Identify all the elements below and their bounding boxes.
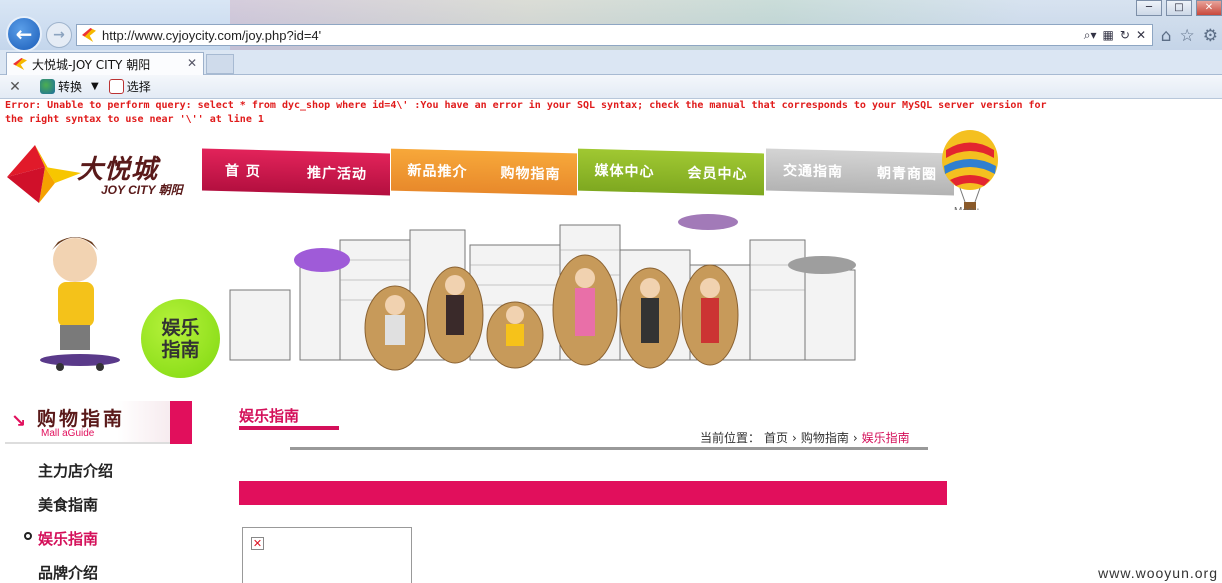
compat-view-icon[interactable]: ▦: [1103, 28, 1114, 43]
sidebar-item-brands[interactable]: 品牌介绍: [38, 562, 98, 583]
arrow-down-right-icon: ↘: [11, 411, 27, 432]
page-title: 娱乐指南: [239, 407, 300, 425]
tab-strip: 大悦城-JOY CITY 朝阳 ✕: [0, 50, 1222, 75]
stop-icon[interactable]: ✕: [1136, 28, 1146, 43]
active-bullet-icon: [24, 532, 32, 540]
tab-favicon-icon: [13, 58, 27, 70]
search-icon[interactable]: ⌕▾: [1084, 28, 1097, 43]
joy-city-logo-icon: [7, 145, 81, 203]
close-toolbar-icon[interactable]: ✕: [0, 79, 30, 95]
breadcrumb-prefix: 当前位置：: [700, 431, 761, 445]
sidebar-heading: ↘ 购物指南 Mall aGuide: [5, 401, 192, 444]
select-label: 选择: [126, 80, 151, 94]
back-arrow-icon: ←: [15, 22, 33, 46]
broken-image: ✕: [242, 527, 412, 583]
minimize-button[interactable]: ─: [1136, 0, 1162, 16]
command-bar: ✕ 转换 ▼ 选择: [0, 75, 1222, 99]
content-header-bar: [239, 481, 947, 505]
title-underline: [239, 426, 339, 430]
chevron-right-icon: ›: [852, 430, 858, 445]
sidebar-title: 购物指南: [37, 408, 126, 430]
nav-shopping-guide[interactable]: 购物指南: [501, 162, 561, 184]
watermark: www.wooyun.org: [1098, 565, 1218, 581]
address-bar[interactable]: http://www.cyjoycity.com/joy.php?id=4' ⌕…: [76, 24, 1153, 46]
broken-image-icon: ✕: [251, 537, 264, 550]
new-tab-button[interactable]: [206, 54, 234, 74]
breadcrumb-current: 娱乐指南: [861, 431, 910, 445]
logo-english-text: JOY CITY 朝阳: [101, 183, 183, 197]
tab-title: 大悦城-JOY CITY 朝阳: [32, 57, 151, 72]
nav-group-1: 首 页 推广活动: [202, 148, 390, 196]
address-url[interactable]: http://www.cyjoycity.com/joy.php?id=4': [102, 28, 1084, 43]
sidebar-item-anchor-stores[interactable]: 主力店介绍: [38, 460, 113, 481]
sql-error-message: Error: Unable to perform query: select *…: [5, 99, 1220, 127]
convert-button[interactable]: 转换 ▼: [40, 78, 99, 95]
breadcrumb-home[interactable]: 首页: [764, 429, 788, 446]
back-button[interactable]: ←: [6, 16, 42, 52]
nav-media-center[interactable]: 媒体中心: [595, 160, 655, 182]
convert-label: 转换: [58, 80, 83, 94]
tab-close-icon[interactable]: ✕: [187, 56, 197, 70]
site-logo[interactable]: 大悦城 JOY CITY 朝阳: [5, 137, 195, 207]
badge-line-1: 娱乐: [161, 316, 200, 339]
chevron-right-icon: ›: [792, 430, 797, 445]
favorites-star-icon[interactable]: ☆: [1180, 26, 1195, 46]
chevron-down-icon[interactable]: ▼: [91, 81, 99, 92]
breadcrumb-section[interactable]: 购物指南: [801, 429, 849, 446]
nav-new-products[interactable]: 新品推介: [408, 160, 468, 182]
nav-business-district[interactable]: 朝青商圈: [877, 162, 937, 184]
forward-arrow-icon: →: [53, 27, 65, 43]
nav-group-4: 交通指南 朝青商圈: [766, 148, 954, 196]
forward-button[interactable]: →: [46, 22, 72, 48]
badge-line-2: 指南: [161, 338, 200, 361]
nav-home[interactable]: 首 页: [225, 160, 261, 181]
close-window-button[interactable]: ✕: [1196, 0, 1222, 16]
site-favicon-icon: [82, 28, 96, 42]
nav-group-2: 新品推介 购物指南: [391, 148, 577, 196]
breadcrumb-divider: [290, 447, 928, 450]
convert-icon: [40, 79, 55, 94]
nav-promotions[interactable]: 推广活动: [307, 162, 367, 184]
entertainment-badge: 娱乐 指南: [141, 299, 220, 378]
nav-group-3: 媒体中心 会员中心: [578, 148, 764, 196]
maximize-button[interactable]: □: [1166, 0, 1192, 16]
breadcrumb: 当前位置： 首页 › 购物指南 › 娱乐指南: [700, 429, 910, 446]
sidebar-item-entertainment[interactable]: 娱乐指南: [38, 528, 98, 549]
sidebar-subtitle: Mall aGuide: [41, 428, 95, 439]
sidebar-item-food-guide[interactable]: 美食指南: [38, 494, 98, 515]
refresh-icon[interactable]: ↻: [1120, 28, 1130, 43]
nav-member-center[interactable]: 会员中心: [688, 162, 748, 184]
tools-gear-icon[interactable]: ⚙: [1203, 26, 1218, 46]
select-button[interactable]: 选择: [108, 78, 151, 95]
nav-transport[interactable]: 交通指南: [783, 160, 843, 182]
select-icon: [108, 79, 124, 94]
error-line-1: Error: Unable to perform query: select *…: [5, 100, 1047, 111]
error-line-2: the right syntax to use near '\'' at lin…: [5, 114, 264, 125]
home-icon[interactable]: ⌂: [1161, 26, 1172, 46]
browser-tab[interactable]: 大悦城-JOY CITY 朝阳 ✕: [6, 52, 204, 75]
